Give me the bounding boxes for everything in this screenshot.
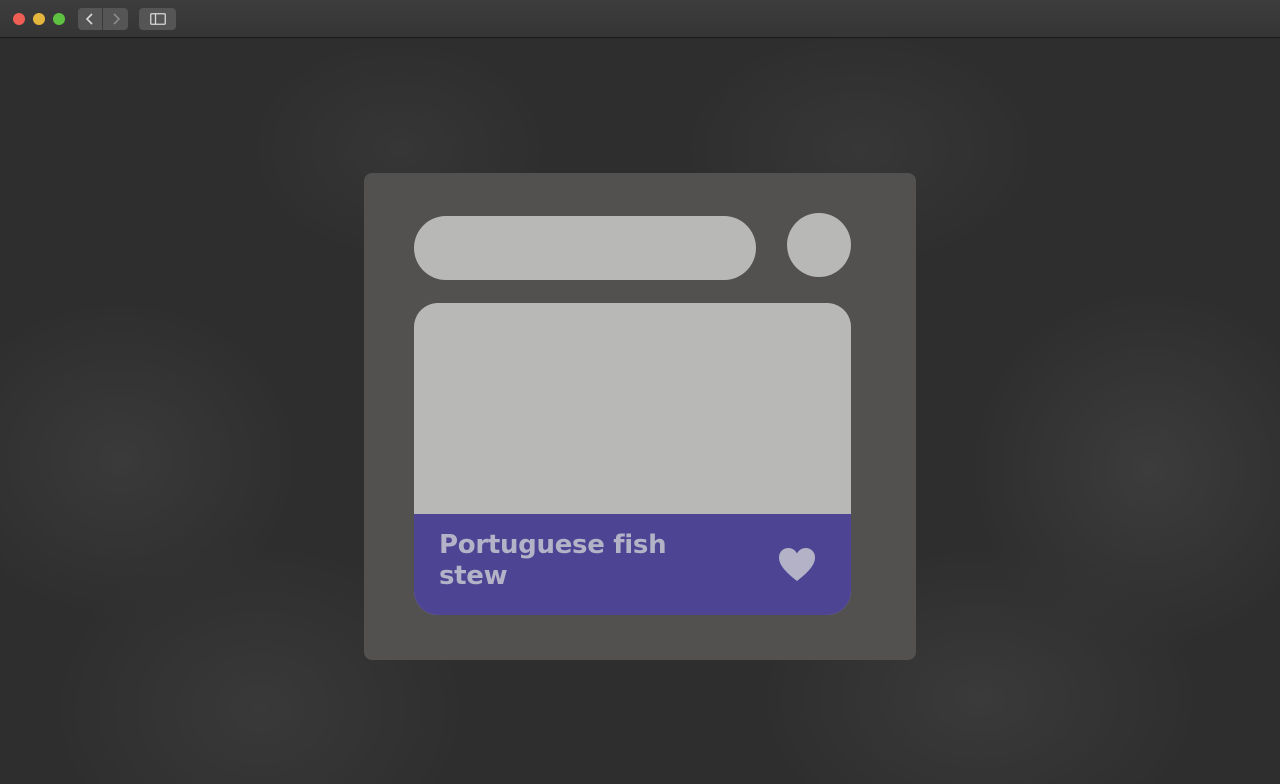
forward-button[interactable] <box>103 8 128 30</box>
skeleton-avatar <box>787 213 851 277</box>
recipe-card-footer: Portuguese fish stew <box>414 514 851 615</box>
back-button[interactable] <box>78 8 103 30</box>
heart-icon[interactable] <box>778 547 816 583</box>
maximize-window-button[interactable] <box>53 13 65 25</box>
window-titlebar <box>0 0 1280 38</box>
navigation-buttons <box>78 8 128 30</box>
chevron-right-icon <box>112 13 120 25</box>
chevron-left-icon <box>85 13 93 25</box>
minimize-window-button[interactable] <box>33 13 45 25</box>
skeleton-search-bar <box>414 216 756 280</box>
sidebar-icon <box>149 13 166 25</box>
recipe-card[interactable]: Portuguese fish stew <box>414 303 851 615</box>
recipe-title: Portuguese fish stew <box>439 530 667 591</box>
sidebar-toggle-button[interactable] <box>139 8 176 30</box>
close-window-button[interactable] <box>13 13 25 25</box>
recipe-modal: Portuguese fish stew <box>364 173 916 660</box>
